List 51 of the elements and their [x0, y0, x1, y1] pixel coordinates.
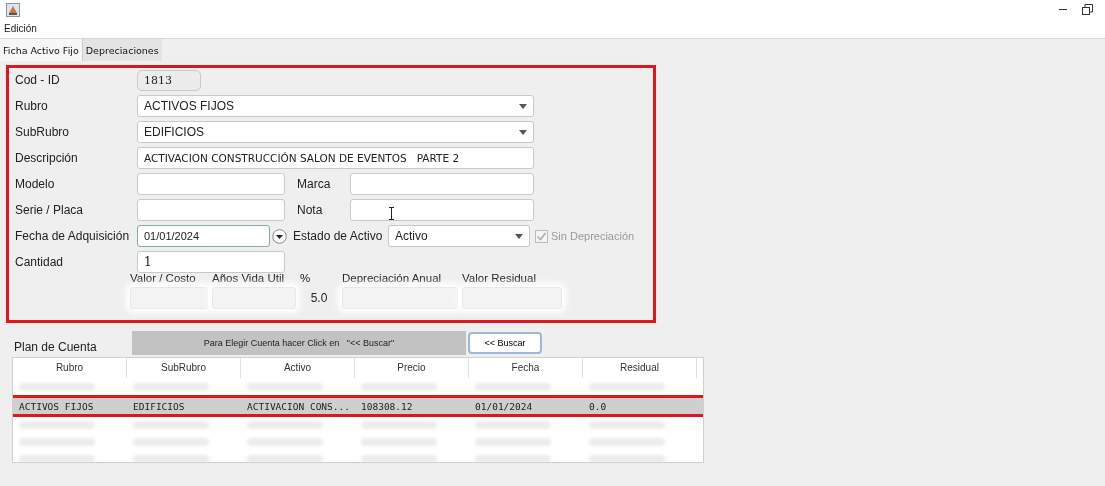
section-label: Plan de Cuenta: [13, 339, 98, 354]
field-label: Valor / Costo: [130, 272, 197, 284]
column-header[interactable]: Activo: [241, 358, 355, 378]
tab[interactable]: Depreciaciones: [82, 39, 162, 61]
date-field[interactable]: 01/01/2024: [137, 225, 270, 247]
table-cell-text: 108308.12: [360, 400, 414, 412]
subrubro-dropdown[interactable]: EDIFICIOS: [137, 121, 534, 143]
field-label: Fecha de Adquisición: [15, 229, 131, 243]
text-cursor-icon: [388, 206, 395, 220]
table-row[interactable]: ACTIVOS FIJOS EDIFICIOS ACTIVACION CONS... 108308.12 01/01/2024 0.0: [13, 398, 703, 414]
note-field[interactable]: [350, 199, 534, 221]
hint-banner: Para Elegir Cuenta hacer Click en "<< Buscar": [132, 331, 466, 355]
field-label: Años Vida Util: [212, 272, 286, 284]
field-label: Estado de Activo: [293, 229, 384, 243]
column-header[interactable]: Rubro: [13, 358, 127, 378]
search-button[interactable]: << Buscar: [468, 332, 542, 354]
menu-item[interactable]: Edición: [4, 22, 37, 34]
field-label: Cod - ID: [15, 73, 61, 87]
restore-icon[interactable]: [1082, 3, 1093, 15]
dropdown-icon[interactable]: [272, 228, 287, 244]
field-label: Modelo: [15, 177, 56, 191]
field-label: %: [300, 272, 312, 284]
column-header[interactable]: SubRubro: [127, 358, 241, 378]
status-dropdown[interactable]: Activo: [388, 225, 530, 247]
field-label: Depreciación Anual: [342, 272, 443, 284]
tab[interactable]: Ficha Activo Fijo: [0, 39, 83, 61]
field-label: Marca: [297, 177, 332, 191]
field-label: Rubro: [15, 99, 49, 113]
field-label: Serie / Placa: [15, 203, 85, 217]
quantity-field[interactable]: 1: [137, 251, 285, 273]
field-label: Valor Residual: [462, 272, 537, 284]
table-cell-text: ACTIVACION CONS...: [246, 400, 351, 412]
brand-field[interactable]: [350, 173, 534, 195]
table-cell-text: 0.0: [588, 400, 608, 412]
description-field[interactable]: ACTIVACION CONSTRUCCIÓN SALON DE EVENTOS PARTE 2: [137, 147, 534, 169]
model-field[interactable]: [137, 173, 285, 195]
table-cell-text: ACTIVOS FIJOS: [18, 400, 95, 412]
column-header[interactable]: Fecha: [469, 358, 583, 378]
field-label: SubRubro: [15, 125, 71, 139]
field-label: Cantidad: [15, 255, 65, 269]
rubro-dropdown[interactable]: ACTIVOS FIJOS: [137, 95, 534, 117]
table-cell-text: 01/01/2024: [474, 400, 534, 412]
app-icon: [6, 3, 20, 17]
column-header[interactable]: Precio: [355, 358, 469, 378]
id-field: 1813: [137, 69, 201, 91]
column-header[interactable]: Residual: [583, 358, 697, 378]
field-label: Nota: [297, 203, 324, 217]
table-cell-text: EDIFICIOS: [132, 400, 186, 412]
field-label: Descripción: [15, 151, 79, 165]
percentage-value: 5.0: [309, 291, 329, 305]
serial-field[interactable]: [137, 199, 285, 221]
